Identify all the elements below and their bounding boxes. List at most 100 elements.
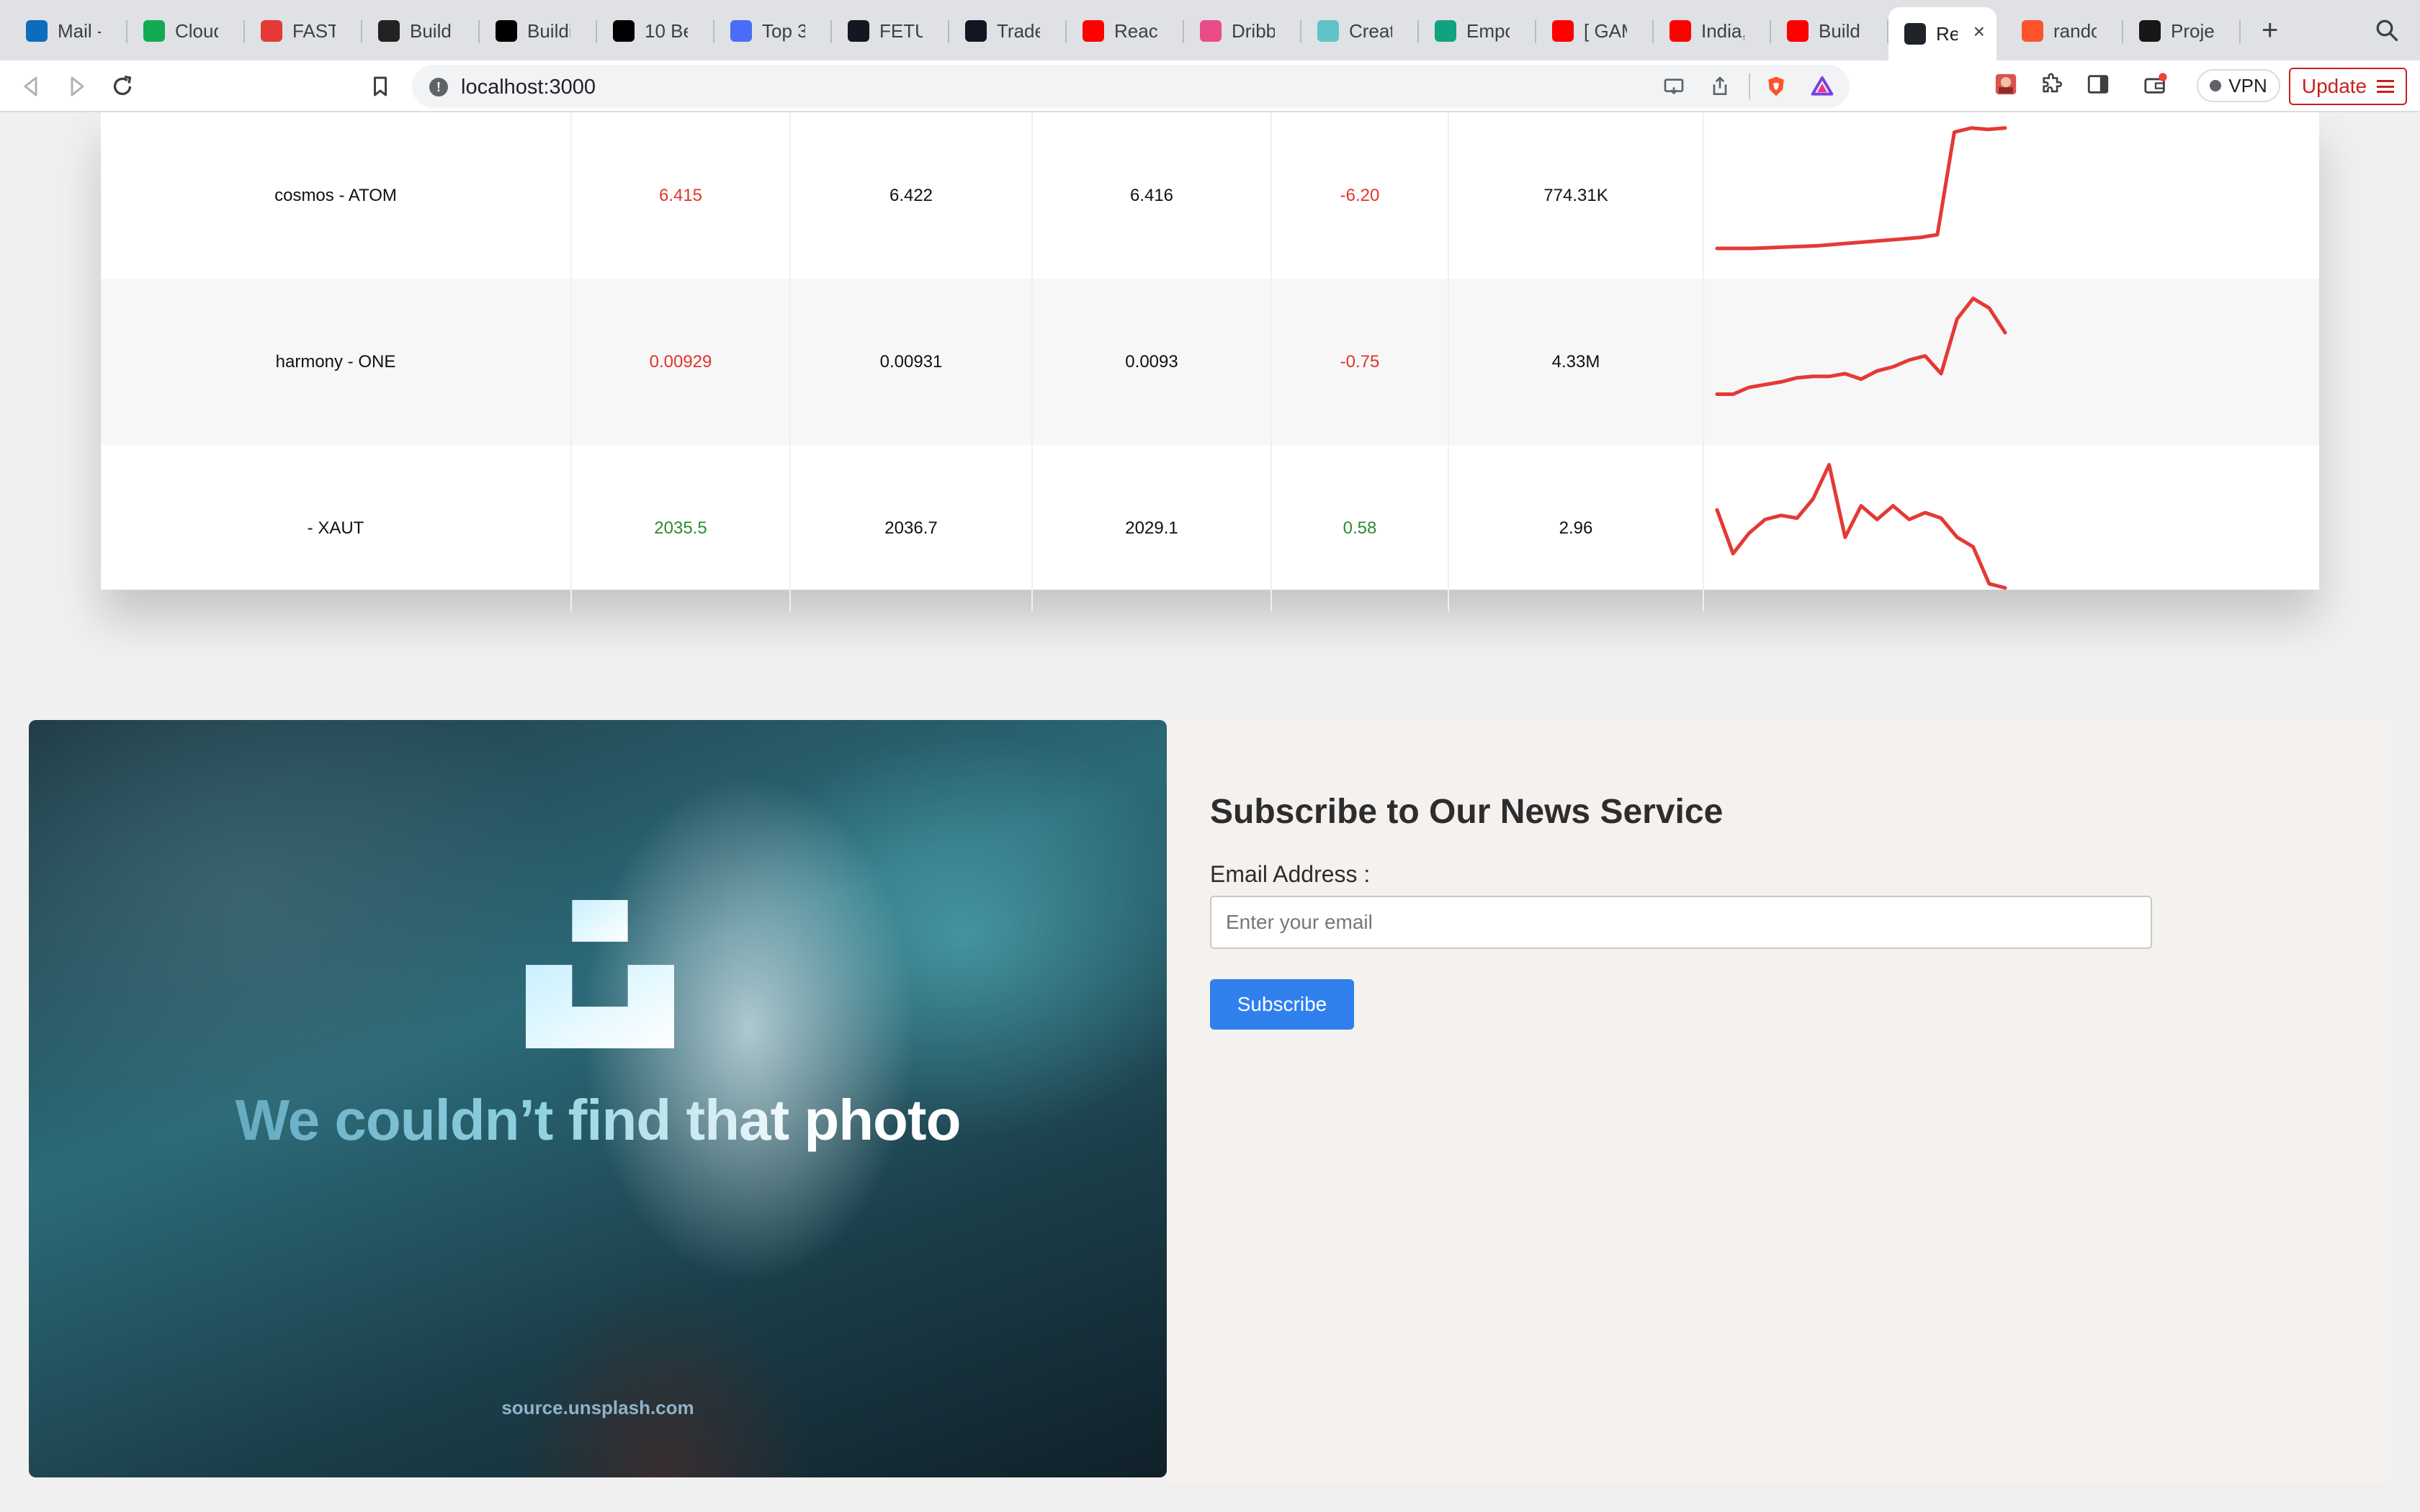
sparkline-chart [1715,126,2007,251]
tradingview-icon [848,20,869,42]
address-bar[interactable]: ! localhost:3000 [412,65,1850,108]
photo-not-found-message: We couldn’t find that photo [29,1087,1167,1153]
tab-2[interactable]: FAST4 [245,10,362,52]
cell-volume: 2.96 [1449,445,1704,611]
cell-change: -0.75 [1272,279,1449,445]
cell-low: 6.416 [1033,112,1272,279]
email-label: Email Address : [1210,861,1371,887]
cell-low: 0.0093 [1033,279,1272,445]
sparkline-chart [1715,463,2007,590]
reload-icon[interactable] [109,73,135,99]
tab-13[interactable]: [ GAM [1536,10,1654,52]
youtube-icon [1670,20,1691,42]
cell-high: 2036.7 [791,445,1033,611]
unsplash-image-panel: We couldn’t find that photo source.unspl… [29,720,1167,1477]
tab-label: React [1114,19,1157,42]
tab-9[interactable]: React [1067,10,1184,52]
tradingview-icon [965,20,987,42]
image-source-credit: source.unsplash.com [501,1397,694,1418]
tab-16[interactable]: Re × [1888,7,1996,60]
tab-17[interactable]: randor [2006,10,2123,52]
tab-1[interactable]: Cloud [127,10,245,52]
back-icon[interactable] [19,73,45,99]
mongodb-leaf-icon [143,20,165,42]
tab-separator [2239,20,2241,43]
vpn-label: VPN [2228,74,2267,96]
tab-11[interactable]: Creatir [1301,10,1419,52]
tab-10[interactable]: Dribbb [1184,10,1301,52]
vpn-button[interactable]: VPN [2197,69,2280,102]
omnibox-divider [1749,73,1750,99]
tab-8[interactable]: Trader [949,10,1067,52]
sparkline-path [1715,463,2007,590]
tab-15[interactable]: Build Y [1771,10,1888,52]
medium-icon [496,20,517,42]
page-content: cosmos - ATOM 6.415 6.422 6.416 -6.20 774.31K… [0,112,2420,1512]
react-icon [1904,23,1926,45]
browser-toolbar: ! localhost:3000 VPN Update [0,60,2420,112]
cell-price: 6.415 [572,112,791,279]
tab-search-icon[interactable] [2374,17,2400,43]
unsplash-logo-icon [526,900,674,1048]
ik-icon [730,20,752,42]
subscribe-panel: Subscribe to Our News Service Email Addr… [1167,720,2391,1483]
extension-picture-icon[interactable] [1994,72,2018,96]
wallet-icon[interactable] [2143,72,2168,96]
tab-4[interactable]: Buildin [480,10,597,52]
tab-14[interactable]: India, [1654,10,1771,52]
url-text[interactable]: localhost:3000 [461,76,596,99]
crypto-table: cosmos - ATOM 6.415 6.422 6.416 -6.20 774.31K… [101,112,2319,611]
tab-label: Top 3C [762,19,805,42]
cell-price: 2035.5 [572,445,791,611]
cell-name: cosmos - ATOM [101,112,572,279]
brave-rewards-icon[interactable] [1811,75,1834,98]
sparkline-chart [1715,297,2007,396]
bookmark-icon[interactable] [367,73,393,99]
openai-icon [1435,20,1456,42]
menu-icon [2377,80,2395,93]
site-info-icon[interactable]: ! [429,78,448,96]
brave-shield-icon[interactable] [1765,75,1788,98]
cell-high: 0.00931 [791,279,1033,445]
tab-7[interactable]: FETUS [832,10,949,52]
tab-label: Build F [410,19,453,42]
cast-icon[interactable] [1662,75,1685,98]
sparkline-cell [1704,445,2319,611]
vpn-status-dot [2210,80,2222,91]
extensions-puzzle-icon[interactable] [2040,72,2064,96]
tab-12[interactable]: Empov [1419,10,1536,52]
table-row: cosmos - ATOM 6.415 6.422 6.416 -6.20 774.31K [101,112,2319,279]
tab-18[interactable]: Projec [2123,10,2241,52]
table-row: harmony - ONE 0.00929 0.00931 0.0093 -0.75 4.… [101,279,2319,445]
email-input[interactable] [1210,896,2152,949]
tab-label: randor [2053,19,2097,42]
sidebar-toggle-icon[interactable] [2086,72,2110,96]
new-tab-button[interactable]: + [2262,16,2278,45]
github-icon [2139,20,2161,42]
share-icon[interactable] [1708,75,1731,98]
subscribe-button[interactable]: Subscribe [1210,979,1354,1030]
tab-label: Dribbb [1232,19,1275,42]
update-label: Update [2301,75,2367,97]
tab-5[interactable]: 10 Bes [597,10,714,52]
forward-icon[interactable] [63,73,89,99]
cell-change: 0.58 [1272,445,1449,611]
tab-label: FETUS [879,19,923,42]
tab-label: India, [1701,19,1744,42]
subscribe-title: Subscribe to Our News Service [1210,793,1724,831]
update-button[interactable]: Update [2289,68,2407,105]
sparkline-cell [1704,112,2319,279]
sparkline-cell [1704,279,2319,445]
tab-3[interactable]: Build F [362,10,480,52]
fast-icon [261,20,282,42]
tab-6[interactable]: Top 3C [714,10,832,52]
tab-label: 10 Bes [645,19,688,42]
tab-0[interactable]: Mail - [10,10,127,52]
cell-volume: 774.31K [1449,112,1704,279]
cell-low: 2029.1 [1033,445,1272,611]
outlook-icon [26,20,48,42]
youtube-icon [1083,20,1104,42]
tab-label: Projec [2171,19,2214,42]
tab-label: Build Y [1819,19,1862,42]
close-tab-icon[interactable]: × [1973,22,1985,42]
